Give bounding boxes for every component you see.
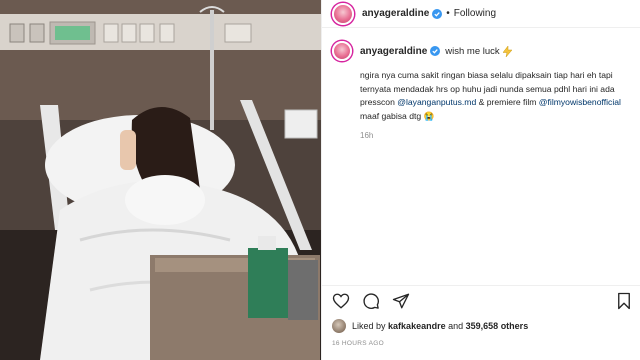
action-bar <box>322 285 640 315</box>
share-icon[interactable] <box>392 292 410 310</box>
header-separator: • <box>446 8 450 19</box>
verified-badge-icon <box>430 46 441 56</box>
mention-link[interactable]: @filmyowisbenofficial <box>539 97 621 107</box>
caption-title: wish me luck <box>445 45 500 57</box>
verified-badge-icon <box>432 8 443 19</box>
likes-summary: Liked by kafkakeandre and 359,658 others <box>332 319 528 333</box>
likes-count[interactable]: 359,658 others <box>466 321 529 331</box>
post-side-panel: anyageraldine • Following anyageraldine … <box>321 0 640 360</box>
comment-icon[interactable] <box>362 292 380 310</box>
likes-prefix: Liked by <box>352 321 386 331</box>
bookmark-icon[interactable] <box>615 292 633 310</box>
lightning-emoji-icon <box>502 45 512 57</box>
follow-status-button[interactable]: Following <box>454 8 496 19</box>
liker-avatar[interactable] <box>332 319 346 333</box>
liker-username[interactable]: kafkakeandre <box>388 321 446 331</box>
post-header: anyageraldine • Following <box>322 0 640 28</box>
caption-text-3: maaf gabisa dtg 😭 <box>360 110 435 121</box>
likes-conjunction: and <box>448 321 464 331</box>
header-username[interactable]: anyageraldine <box>362 8 429 19</box>
avatar[interactable] <box>332 2 354 25</box>
caption-time: 16h <box>360 131 374 141</box>
mention-link[interactable]: @layanganputus.md <box>397 97 476 107</box>
caption-username[interactable]: anyageraldine <box>360 46 427 57</box>
heart-icon[interactable] <box>332 292 350 310</box>
post-caption: anyageraldine wish me luck ngira nya cum… <box>332 41 632 140</box>
caption-body: ngira nya cuma sakit ringan biasa selalu… <box>360 69 632 123</box>
hospital-bed-photo <box>0 0 321 360</box>
posted-timestamp: 16 HOURS AGO <box>332 340 385 347</box>
caption-avatar[interactable] <box>332 41 352 61</box>
post-photo[interactable] <box>0 0 321 360</box>
caption-text-2: & premiere film <box>476 97 539 108</box>
